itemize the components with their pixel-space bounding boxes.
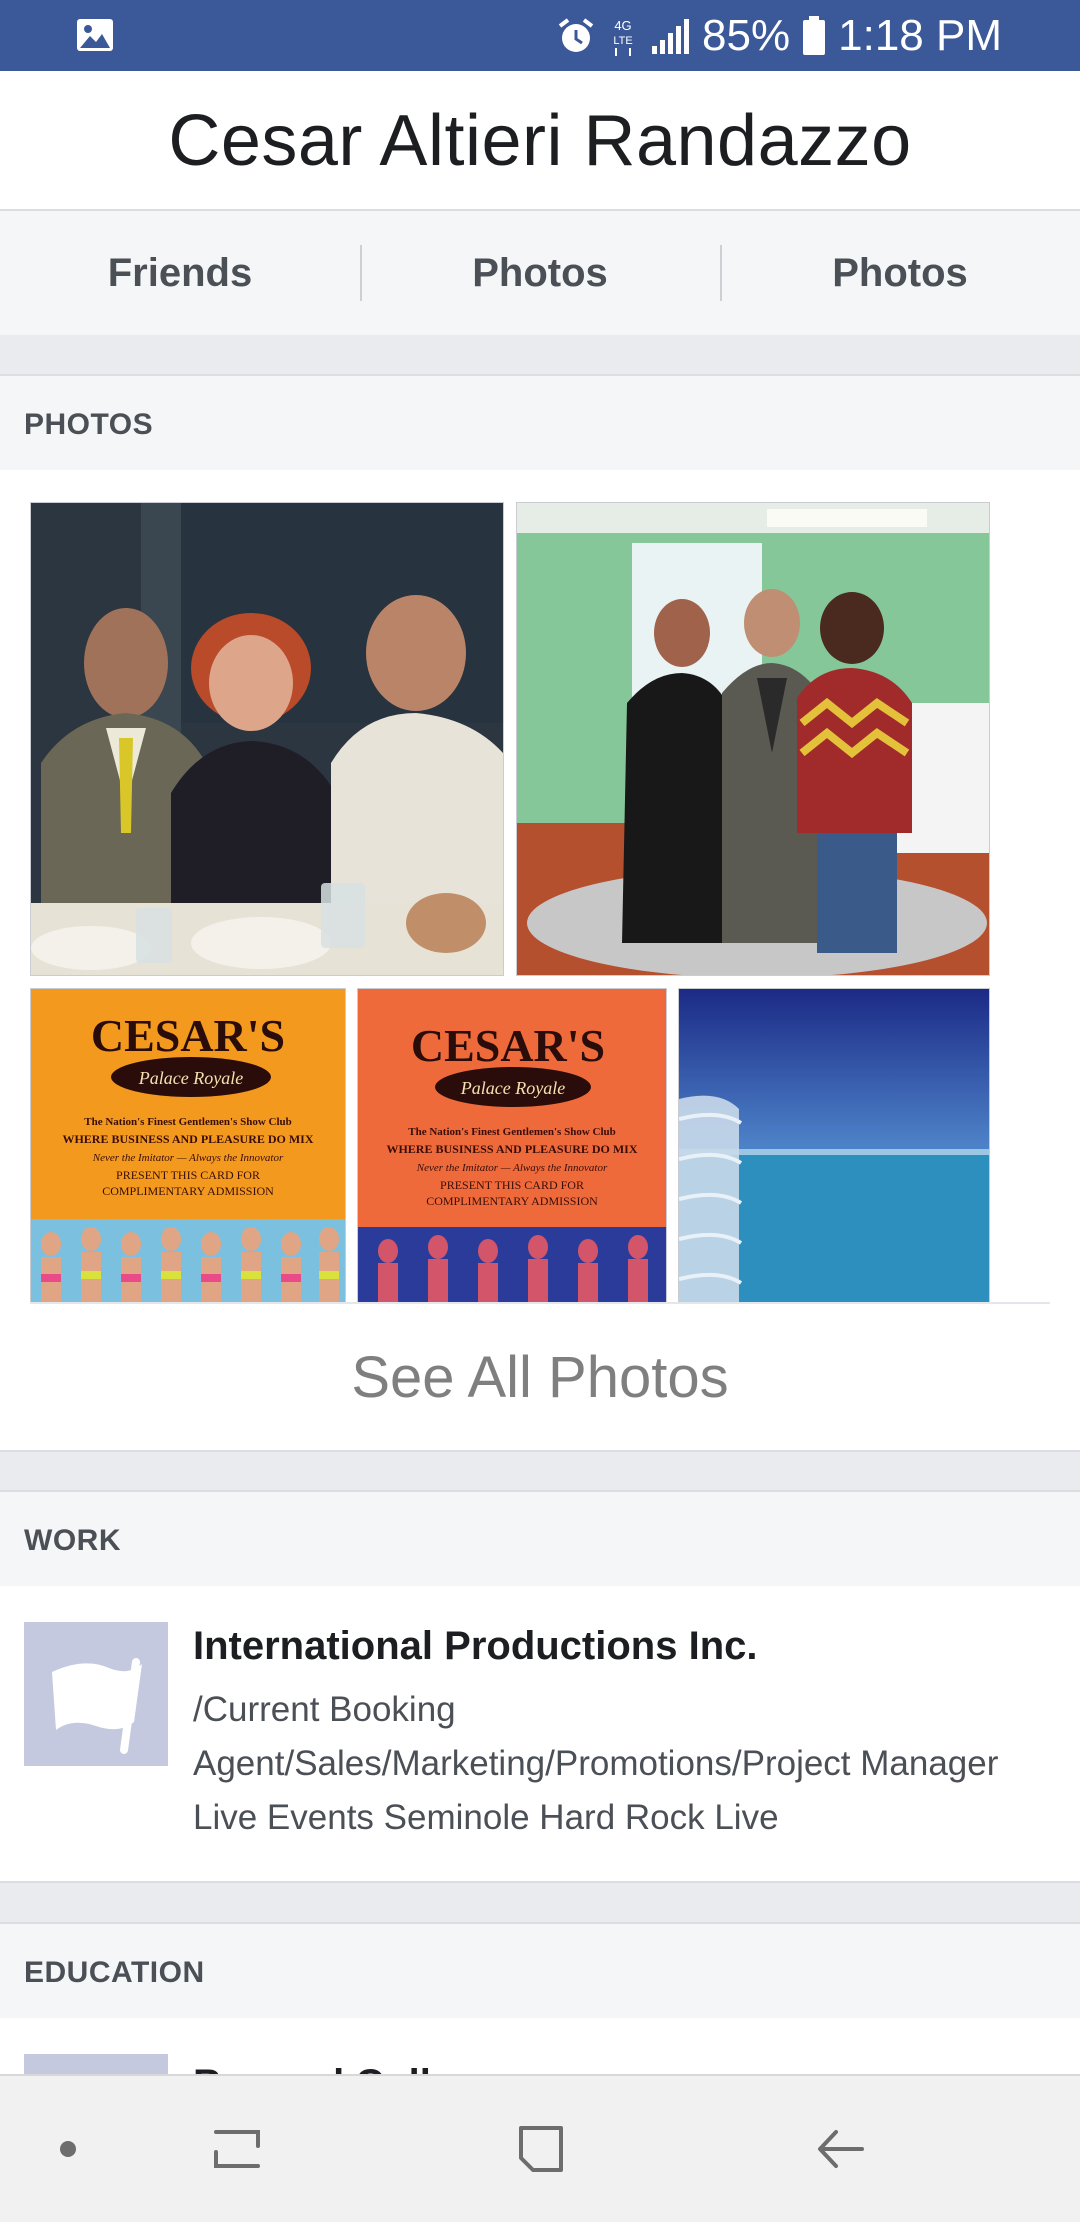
svg-text:WHERE BUSINESS AND PLEASURE DO: WHERE BUSINESS AND PLEASURE DO MIX <box>386 1142 637 1156</box>
svg-text:4G: 4G <box>614 18 631 33</box>
photos-divider <box>30 1302 1050 1304</box>
signal-icon <box>652 18 690 54</box>
home-button-icon[interactable] <box>515 2122 567 2176</box>
photo-cesars-card-2[interactable]: CESAR'S Palace Royale The Nation's Fines… <box>357 988 667 1304</box>
svg-text:CESAR'S: CESAR'S <box>91 1010 285 1061</box>
work-section-header: WORK <box>0 1490 1080 1588</box>
photo-ocean-view[interactable] <box>678 988 990 1304</box>
battery-icon <box>803 15 826 55</box>
photo-office-group[interactable] <box>516 502 990 976</box>
see-all-photos-link[interactable]: See All Photos <box>0 1305 1080 1450</box>
photo-cesars-card-1[interactable]: CESAR'S Palace Royale The Nation's Fines… <box>30 988 346 1304</box>
section-gap <box>0 1450 1080 1492</box>
svg-text:PRESENT THIS CARD FOR: PRESENT THIS CARD FOR <box>116 1168 260 1182</box>
tab-photos-2[interactable]: Photos <box>720 211 1080 335</box>
svg-text:Palace Royale: Palace Royale <box>460 1078 565 1098</box>
svg-text:COMPLIMENTARY ADMISSION: COMPLIMENTARY ADMISSION <box>426 1194 598 1208</box>
recent-apps-icon[interactable] <box>210 2124 264 2174</box>
back-button-icon[interactable] <box>814 2124 868 2174</box>
svg-text:COMPLIMENTARY ADMISSION: COMPLIMENTARY ADMISSION <box>102 1184 274 1198</box>
svg-text:CESAR'S: CESAR'S <box>411 1020 605 1071</box>
work-details: International Productions Inc. /Current … <box>193 1624 1063 1845</box>
profile-header: Cesar Altieri Randazzo <box>0 71 1080 210</box>
system-nav-bar <box>0 2074 1080 2222</box>
svg-text:WHERE BUSINESS AND PLEASURE DO: WHERE BUSINESS AND PLEASURE DO MIX <box>62 1132 313 1146</box>
status-bar: 4G LTE 85% 1:18 PM <box>0 0 1080 71</box>
svg-text:LTE: LTE <box>613 35 632 47</box>
network-4g-icon: 4G LTE <box>613 18 633 56</box>
work-heading: WORK <box>24 1524 121 1557</box>
svg-text:Never the Imitator — Always th: Never the Imitator — Always the Innovato… <box>92 1152 284 1164</box>
work-section: International Productions Inc. /Current … <box>0 1586 1080 1881</box>
section-gap <box>0 335 1080 374</box>
photo-ocean-image <box>679 989 989 1303</box>
svg-text:The Nation's Finest Gentlemen': The Nation's Finest Gentlemen's Show Clu… <box>408 1126 616 1138</box>
education-section-header: EDUCATION <box>0 1922 1080 2020</box>
flag-icon <box>52 1658 142 1754</box>
work-company-name[interactable]: International Productions Inc. <box>193 1624 1063 1669</box>
education-heading: EDUCATION <box>24 1956 205 1989</box>
work-line: Live Events Seminole Hard Rock Live <box>193 1798 779 1837</box>
photos-heading: PHOTOS <box>24 408 154 441</box>
section-gap <box>0 1881 1080 1924</box>
photo-dinner-image <box>31 503 503 975</box>
svg-text:PRESENT THIS CARD FOR: PRESENT THIS CARD FOR <box>440 1178 584 1192</box>
photos-section-header: PHOTOS <box>0 374 1080 472</box>
svg-text:Palace Royale: Palace Royale <box>138 1068 243 1088</box>
alarm-icon <box>558 17 594 52</box>
gallery-notification-icon <box>77 19 113 51</box>
tab-photos[interactable]: Photos <box>360 211 720 335</box>
svg-text:Never the Imitator — Always th: Never the Imitator — Always the Innovato… <box>416 1162 608 1174</box>
clock: 1:18 PM <box>838 10 1002 60</box>
photo-card-image-2: CESAR'S Palace Royale The Nation's Fines… <box>358 989 666 1303</box>
work-page-logo[interactable] <box>24 1622 168 1766</box>
photos-section: CESAR'S Palace Royale The Nation's Fines… <box>0 470 1080 1450</box>
work-line: /Current Booking <box>193 1690 456 1729</box>
svg-text:The Nation's Finest Gentlemen': The Nation's Finest Gentlemen's Show Clu… <box>84 1116 292 1128</box>
nav-dot-indicator <box>60 2141 76 2157</box>
photo-dinner-group[interactable] <box>30 502 504 976</box>
photo-office-image <box>517 503 989 975</box>
photo-card-image-1: CESAR'S Palace Royale The Nation's Fines… <box>31 989 345 1303</box>
battery-percent: 85% <box>702 10 791 60</box>
profile-tabs: Friends Photos Photos <box>0 209 1080 337</box>
tab-friends[interactable]: Friends <box>0 211 360 335</box>
profile-name: Cesar Altieri Randazzo <box>168 100 912 181</box>
work-line: Agent/Sales/Marketing/Promotions/Project… <box>193 1744 999 1783</box>
